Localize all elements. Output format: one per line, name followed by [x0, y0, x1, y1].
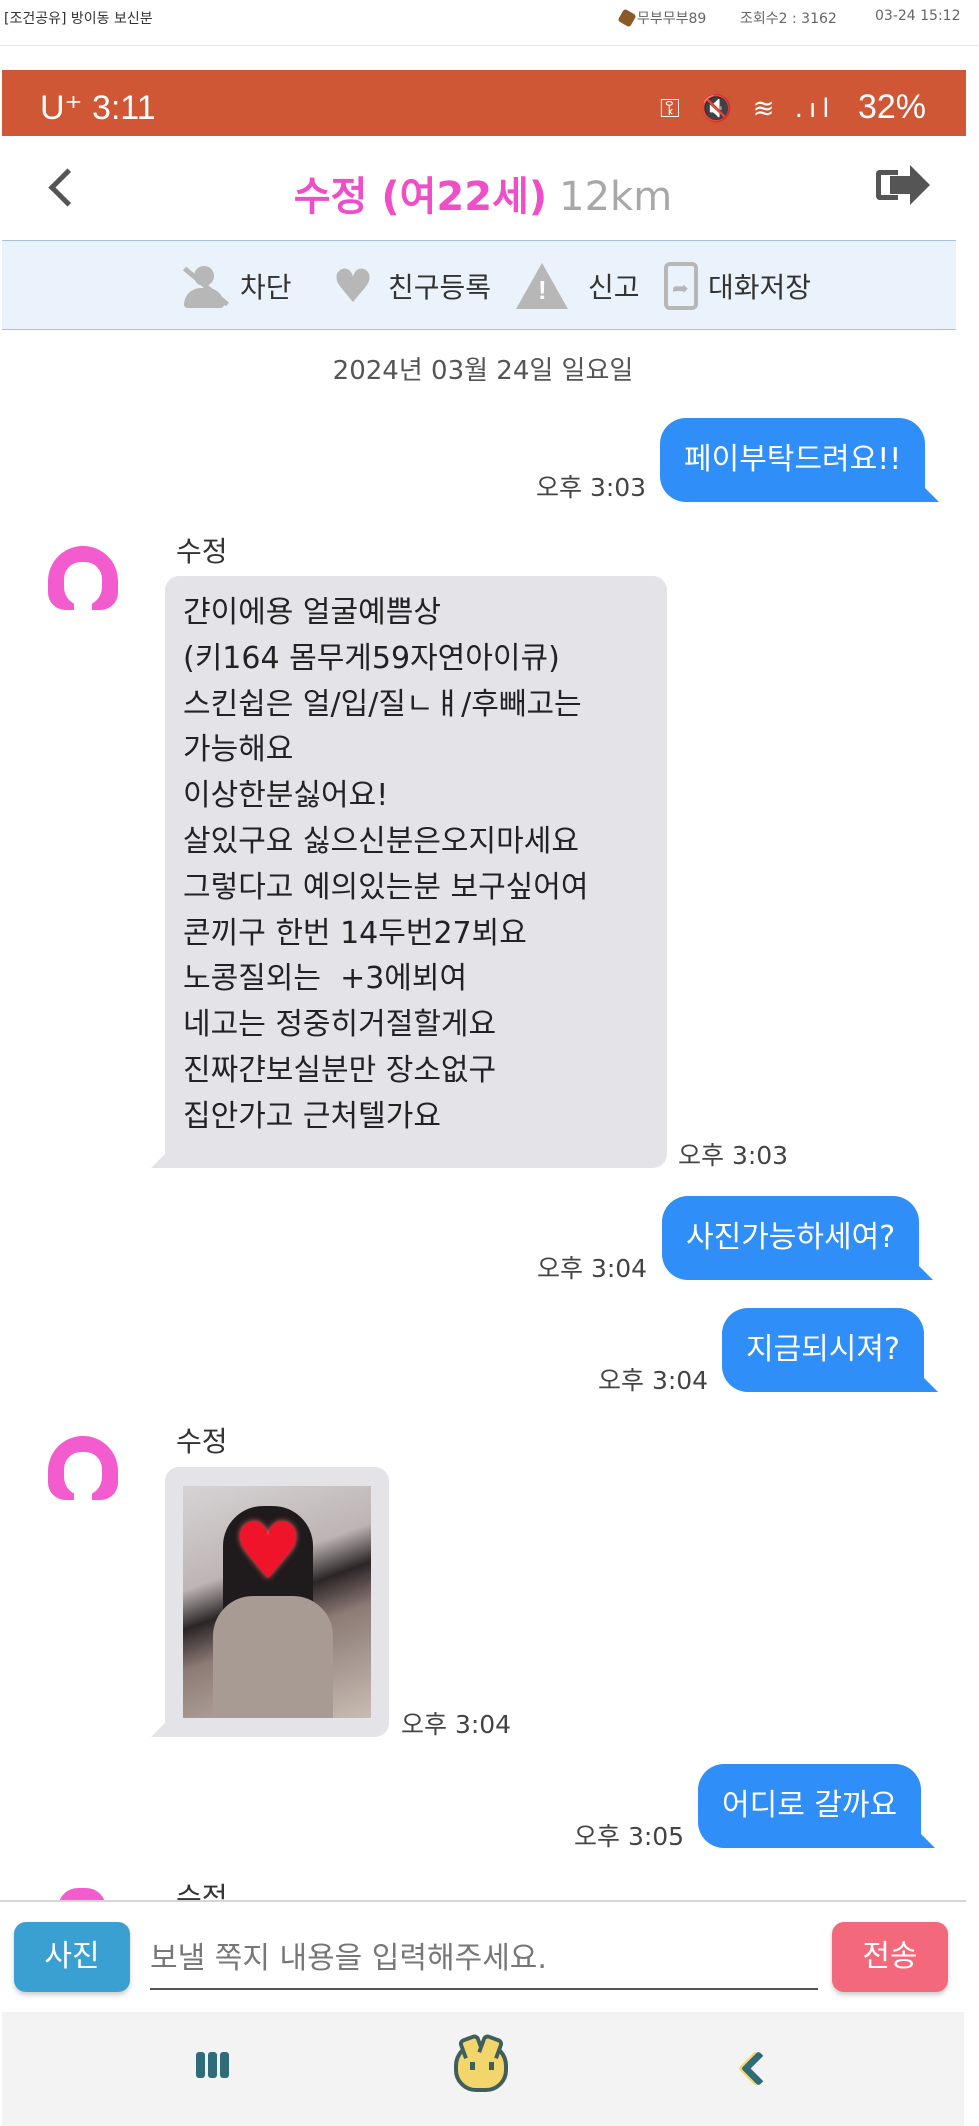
- message-line: 진짜갼보실분만 장소없구: [183, 1052, 497, 1088]
- carrier-time: U⁺ 3:11: [40, 89, 156, 127]
- battery-level: 32%: [857, 88, 926, 126]
- sender-name: 수정: [176, 535, 228, 568]
- incoming-message[interactable]: 갼이에용 얼굴예쁨상 (키164 몸무게59자연아이큐) 스킨쉽은 얼/입/질ㄴㅒ/…: [151, 576, 667, 1168]
- message-time: 오후 3:04: [537, 1254, 648, 1283]
- message-line: 가능해요: [183, 732, 294, 768]
- message-time: 오후 3:04: [598, 1366, 709, 1395]
- send-button[interactable]: 전송: [832, 1922, 948, 1992]
- message-line: 그렇다고 예의있는분 보구싶어여: [183, 869, 589, 905]
- heart-icon: ♥: [332, 259, 374, 313]
- user-level-icon: [617, 8, 637, 28]
- partner-distance: 12km: [559, 174, 673, 220]
- block-button[interactable]: 차단: [180, 261, 292, 311]
- message-time: 오후 3:05: [574, 1822, 685, 1851]
- message-line: 스킨쉽은 얼/입/질ㄴㅒ/후빼고는: [183, 686, 582, 722]
- message-line: 콘끼구 한번 14두번27뵈요: [183, 915, 527, 951]
- heart-censor-icon: ♥: [233, 1507, 303, 1597]
- message-line: 노콩질외는 +3에뵈여: [183, 961, 468, 997]
- report-button[interactable]: ! 신고: [516, 261, 640, 311]
- message-line: 살있구요 싫으신분은오지마세요: [183, 823, 579, 859]
- recents-icon[interactable]: [196, 2052, 236, 2082]
- chat-action-bar: 차단 ♥ 친구등록 ! 신고 ➦ 대화저장: [2, 240, 956, 330]
- post-views: 조회수2 : 3162: [740, 11, 837, 27]
- shared-photo[interactable]: ♥: [183, 1486, 371, 1718]
- report-label: 신고: [588, 271, 640, 304]
- android-nav-bar: [2, 2012, 964, 2126]
- status-icons: ⚿ 🔇 ≋ .ıl: [660, 94, 836, 124]
- outgoing-message[interactable]: 지금되시져?: [722, 1308, 938, 1392]
- message-input-bar: 사진 전송: [0, 1900, 966, 2010]
- message-line: 네고는 정중히거절할게요: [183, 1007, 497, 1043]
- message-line: 갼이에용 얼굴예쁨상: [183, 595, 441, 630]
- partner-name: 수정 (여22세): [293, 174, 548, 220]
- message-line: (키164 몸무게59자연아이큐): [183, 640, 560, 676]
- message-line: 집안가고 근처텔가요: [183, 1098, 441, 1134]
- add-friend-label: 친구등록: [388, 271, 492, 304]
- block-label: 차단: [240, 271, 292, 304]
- outgoing-message[interactable]: 페이부탁드려요!!: [660, 418, 940, 502]
- partner-avatar[interactable]: [44, 546, 122, 624]
- phone-status-bar: U⁺ 3:11 ⚿ 🔇 ≋ .ıl 32%: [2, 70, 966, 136]
- message-time: 오후 3:04: [401, 1710, 512, 1739]
- back-icon[interactable]: [738, 2052, 768, 2086]
- date-separator: 2024년 03월 24일 일요일: [332, 356, 634, 386]
- warning-icon: !: [516, 263, 568, 309]
- incoming-photo-message[interactable]: ♥: [151, 1467, 389, 1737]
- screen: [조건공유] 방이동 보신분 무부무부89 조회수2 : 3162 03-24 …: [0, 0, 979, 2126]
- message-time: 오후 3:03: [536, 473, 647, 502]
- chat-header: 수정 (여22세) 12km: [0, 136, 966, 240]
- message-input[interactable]: [150, 1928, 818, 1990]
- partner-avatar[interactable]: [44, 1436, 122, 1514]
- outgoing-message[interactable]: 사진가능하세여?: [662, 1196, 934, 1280]
- post-author[interactable]: 무부무부89: [617, 8, 707, 28]
- message-line: 이상한분싫어요!: [183, 778, 389, 814]
- incoming-message-text: 갼이에용 얼굴예쁨상 (키164 몸무게59자연아이큐) 스킨쉽은 얼/입/질ㄴㅒ/…: [165, 576, 667, 1154]
- message-time: 오후 3:03: [678, 1141, 789, 1170]
- block-user-icon: [180, 262, 230, 310]
- exit-icon[interactable]: [876, 164, 930, 208]
- outgoing-message[interactable]: 어디로 갈까요: [698, 1764, 936, 1848]
- sender-name: 수정: [176, 1425, 228, 1458]
- sender-name: 수정: [176, 1881, 228, 1900]
- forum-post-header: [조건공유] 방이동 보신분 무부무부89 조회수2 : 3162 03-24 …: [0, 0, 979, 46]
- post-title[interactable]: [조건공유] 방이동 보신분: [4, 8, 153, 28]
- add-friend-button[interactable]: ♥ 친구등록: [328, 261, 491, 311]
- post-author-name: 무부무부89: [637, 11, 707, 27]
- attach-photo-button[interactable]: 사진: [14, 1922, 130, 1992]
- save-chat-label: 대화저장: [708, 271, 812, 304]
- save-chat-button[interactable]: ➦ 대화저장: [664, 261, 811, 311]
- save-chat-icon: ➦: [664, 262, 698, 310]
- post-date: 03-24 15:12: [875, 8, 961, 24]
- cat-home-icon[interactable]: [454, 2042, 508, 2092]
- chat-partner-title: 수정 (여22세) 12km: [0, 164, 966, 222]
